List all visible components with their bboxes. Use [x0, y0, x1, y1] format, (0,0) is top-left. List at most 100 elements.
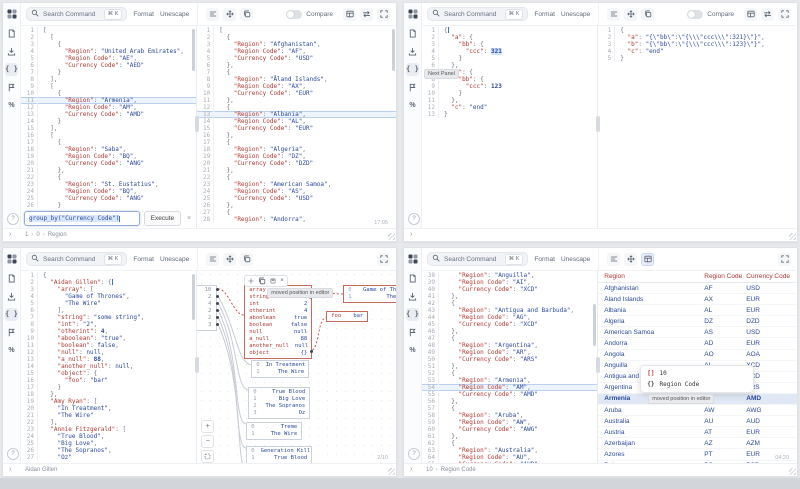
unescape-button[interactable]: Unescape: [561, 256, 590, 263]
json-editor[interactable]: 1{2 "a": "{\"bb\":\"{\\\"ccc\\\":321}\"}…: [598, 25, 797, 228]
pane-divider-handle[interactable]: [195, 116, 200, 133]
json-editor[interactable]: 1{2 "a": {3 "bb": {4 "ccc": 3215 }6 },7 …: [422, 25, 597, 228]
column-header[interactable]: Region: [598, 273, 704, 280]
fullscreen-icon-button[interactable]: [377, 7, 390, 21]
table-row[interactable]: Åland Islands AX EUR: [598, 294, 797, 306]
collapse-icon[interactable]: ›: [9, 231, 11, 238]
search-command-input[interactable]: Search Command ⌘ K: [26, 7, 128, 21]
search-command-input[interactable]: Search Command ⌘ K: [427, 7, 529, 21]
pane-divider-handle[interactable]: [195, 356, 200, 373]
scrollbar-thumb[interactable]: [593, 304, 597, 346]
import-icon[interactable]: [5, 45, 18, 58]
array-list-node[interactable]: 0 Treme 1 The Wire: [246, 422, 303, 440]
close-icon[interactable]: ×: [280, 278, 284, 284]
format-button[interactable]: Format: [133, 256, 154, 263]
foo-bar-node[interactable]: foo bar: [326, 311, 369, 322]
column-header[interactable]: Currency Code: [746, 273, 797, 280]
move-icon-button[interactable]: [223, 7, 237, 21]
scrollbar-thumb[interactable]: [192, 29, 196, 71]
percent-icon[interactable]: %: [406, 344, 419, 357]
table-row[interactable]: Australia AU AUD: [598, 416, 797, 428]
copy-icon-button[interactable]: [641, 7, 655, 21]
table-row[interactable]: Afghanistan AF USD: [598, 283, 797, 295]
braces-icon[interactable]: { }: [5, 308, 18, 321]
query-input[interactable]: group_by("Currency Code"): [24, 211, 140, 226]
table-row[interactable]: Aruba AW AWG: [598, 405, 797, 417]
table-row[interactable]: Angola AO AOA: [598, 350, 797, 361]
help-icon[interactable]: ?: [408, 448, 420, 460]
array-values-node[interactable]: 0 Game of Th 1 The: [343, 285, 396, 303]
move-icon-button[interactable]: [223, 252, 237, 266]
collapse-icon[interactable]: ›: [410, 231, 412, 238]
breadcrumb-segment[interactable]: Region: [48, 232, 67, 238]
braces-icon[interactable]: { }: [406, 63, 419, 76]
swap-icon-button[interactable]: [360, 7, 373, 21]
flag-icon[interactable]: [406, 326, 419, 339]
table-icon-button[interactable]: [641, 252, 655, 266]
execute-button[interactable]: Execute: [143, 211, 182, 226]
table-row[interactable]: Azores PT EUR: [598, 449, 797, 461]
align-icon-button[interactable]: [206, 7, 220, 21]
array-list-node[interactable]: 0 True Blood 1 Big Love 2 The Sopranos 3 Oz: [248, 387, 311, 419]
format-button[interactable]: Format: [534, 11, 555, 18]
help-icon[interactable]: ?: [7, 213, 19, 225]
align-icon-button[interactable]: [206, 252, 220, 266]
array-list-node[interactable]: 0 Generation Kill 1 True Blood: [246, 446, 313, 463]
document-icon[interactable]: [5, 272, 18, 285]
document-icon[interactable]: [406, 27, 419, 40]
search-command-input[interactable]: Search Command ⌘ K: [427, 252, 529, 266]
path-popup-item[interactable]: {} Region Code: [641, 379, 753, 390]
resize-grip[interactable]: [789, 468, 796, 475]
format-button[interactable]: Format: [534, 256, 555, 263]
import-icon[interactable]: [5, 290, 18, 303]
root-object-node[interactable]: 10 2 4 2 2 3: [197, 285, 218, 331]
import-icon[interactable]: [406, 290, 419, 303]
swap-icon-button[interactable]: [761, 7, 774, 21]
path-popup-item[interactable]: [] 10: [641, 368, 753, 379]
document-icon[interactable]: [5, 27, 18, 40]
copy-icon-button[interactable]: [240, 252, 254, 266]
percent-icon[interactable]: %: [5, 99, 18, 112]
document-icon[interactable]: [406, 272, 419, 285]
copy-icon[interactable]: [258, 277, 266, 285]
align-icon-button[interactable]: [607, 7, 621, 21]
percent-icon[interactable]: %: [5, 344, 18, 357]
table-row[interactable]: Andorra AD EUR: [598, 338, 797, 350]
json-editor[interactable]: 1[2 [3 {4 "Region": "United Arab Emirate…: [21, 25, 197, 209]
scrollbar-thumb[interactable]: [392, 29, 395, 71]
json-editor[interactable]: 1{2 "Aidan Gillen": {3 "array": [4 "Game…: [21, 270, 196, 463]
search-command-input[interactable]: Search Command ⌘ K: [26, 252, 128, 266]
unescape-button[interactable]: Unescape: [561, 11, 590, 18]
zoom-out-icon[interactable]: −: [201, 435, 215, 448]
drag-icon[interactable]: [248, 278, 254, 284]
resize-grip[interactable]: [388, 233, 395, 240]
breadcrumb-segment[interactable]: Region Code: [441, 467, 476, 473]
table-row[interactable]: American Samoa AS USD: [598, 327, 797, 339]
pane-divider-handle[interactable]: [596, 116, 601, 133]
scrollbar-thumb[interactable]: [192, 274, 196, 320]
flag-icon[interactable]: [5, 326, 18, 339]
unescape-button[interactable]: Unescape: [160, 256, 189, 263]
fullscreen-icon-button[interactable]: [778, 7, 791, 21]
zoom-in-icon[interactable]: +: [201, 420, 215, 433]
save-icon[interactable]: [270, 278, 276, 284]
move-icon-button[interactable]: [624, 252, 638, 266]
unescape-button[interactable]: Unescape: [160, 11, 189, 18]
flag-icon[interactable]: [406, 81, 419, 94]
graph-canvas[interactable]: 1024223×arraystringsome stringint2otheri…: [197, 270, 396, 463]
help-icon[interactable]: ?: [408, 213, 420, 225]
table-icon-button[interactable]: [744, 7, 757, 21]
flag-icon[interactable]: [5, 81, 18, 94]
move-icon-button[interactable]: [624, 7, 638, 21]
breadcrumb-segment[interactable]: Aidan Gillen: [25, 467, 57, 473]
table-row[interactable]: Austria AT EUR: [598, 427, 797, 439]
braces-icon[interactable]: { }: [406, 308, 419, 321]
array-list-node[interactable]: 0 In Treatment 1 The Wire: [251, 360, 310, 378]
breadcrumb-segment[interactable]: 1: [25, 232, 28, 238]
json-editor[interactable]: 38 "Region": "Anguilla", 39 "Region Code"…: [422, 270, 598, 463]
table-row[interactable]: Azerbaijan AZ AZM: [598, 438, 797, 450]
resize-grip[interactable]: [789, 233, 796, 240]
compare-toggle[interactable]: [687, 9, 704, 19]
fullscreen-icon-button[interactable]: [778, 252, 791, 266]
pane-divider-handle[interactable]: [596, 356, 601, 373]
